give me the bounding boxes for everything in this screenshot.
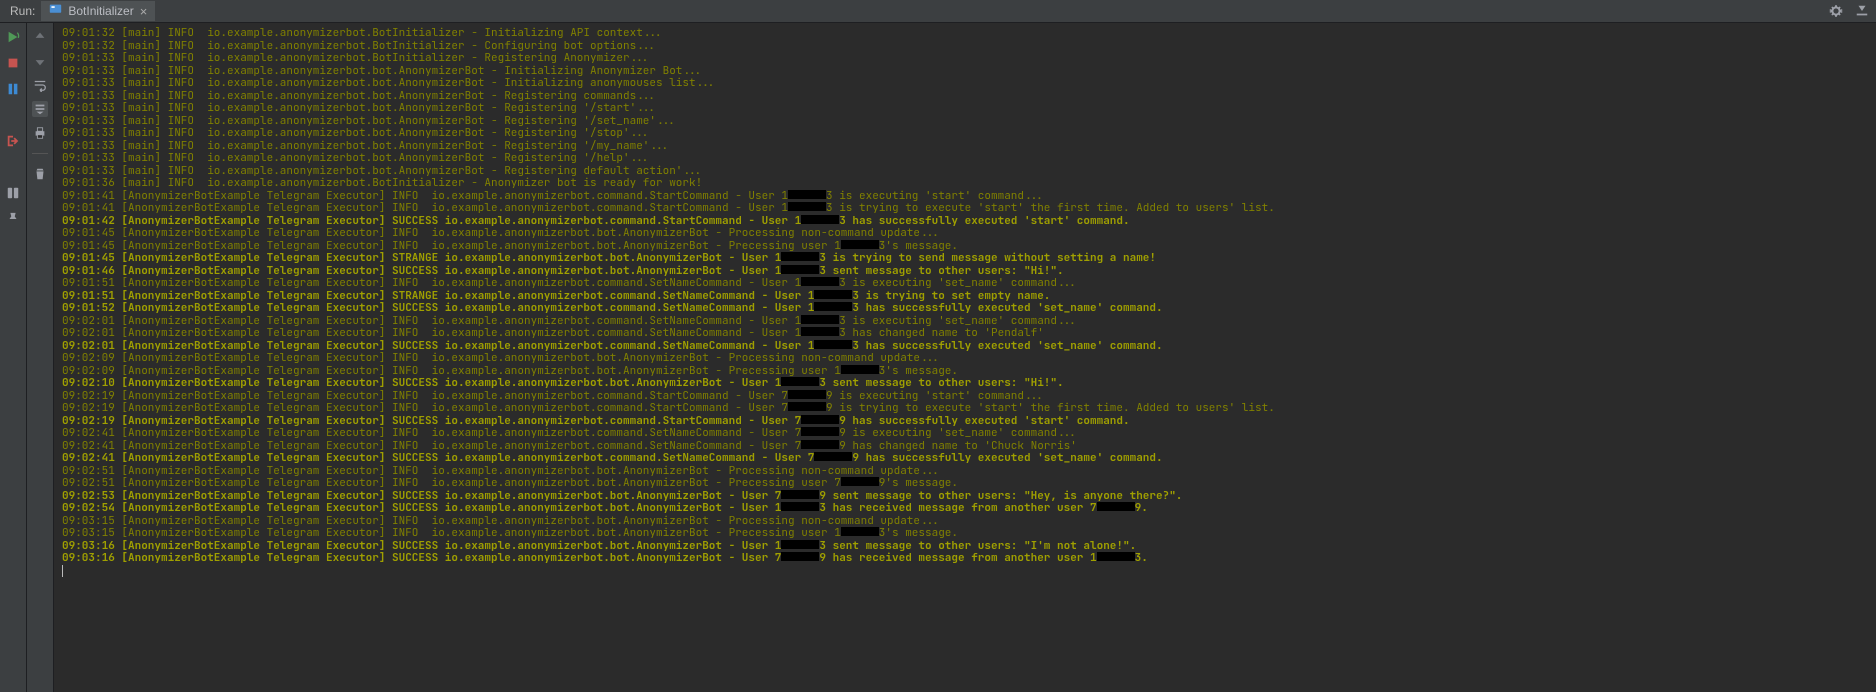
run-tab[interactable]: BotInitializer × <box>41 1 155 21</box>
scroll-to-end-icon[interactable] <box>32 101 48 117</box>
log-line: 09:02:51 [AnonymizerBotExample Telegram … <box>62 477 1868 490</box>
log-line: 09:03:16 [AnonymizerBotExample Telegram … <box>62 552 1868 565</box>
redacted-span <box>841 240 879 249</box>
log-line: 09:02:41 [AnonymizerBotExample Telegram … <box>62 427 1868 440</box>
redacted-span <box>801 440 839 449</box>
redacted-span <box>814 340 852 349</box>
redacted-span <box>801 277 839 286</box>
print-icon[interactable] <box>32 125 48 141</box>
log-line: 09:02:19 [AnonymizerBotExample Telegram … <box>62 402 1868 415</box>
run-label: Run: <box>4 4 41 18</box>
redacted-span <box>814 302 852 311</box>
console-toolbar <box>27 23 54 692</box>
close-icon[interactable]: × <box>140 4 148 19</box>
redacted-span <box>781 252 819 261</box>
log-line: 09:01:45 [AnonymizerBotExample Telegram … <box>62 252 1868 265</box>
rerun-icon[interactable] <box>5 29 21 45</box>
log-line: 09:01:51 [AnonymizerBotExample Telegram … <box>62 277 1868 290</box>
redacted-span <box>1097 502 1135 511</box>
exit-icon[interactable] <box>5 133 21 149</box>
down-icon[interactable] <box>32 53 48 69</box>
redacted-span <box>801 415 839 424</box>
redacted-span <box>788 402 826 411</box>
redacted-span <box>801 215 839 224</box>
log-line: 09:02:10 [AnonymizerBotExample Telegram … <box>62 377 1868 390</box>
redacted-span <box>788 390 826 399</box>
log-line: 09:01:45 [AnonymizerBotExample Telegram … <box>62 227 1868 240</box>
redacted-span <box>781 377 819 386</box>
up-icon[interactable] <box>32 29 48 45</box>
run-tabbar: Run: BotInitializer × <box>0 0 1876 23</box>
redacted-span <box>801 427 839 436</box>
redacted-span <box>841 365 879 374</box>
application-icon <box>49 3 62 19</box>
redacted-span <box>841 527 879 536</box>
log-line: 09:02:09 [AnonymizerBotExample Telegram … <box>62 352 1868 365</box>
soft-wrap-icon[interactable] <box>32 77 48 93</box>
redacted-span <box>814 452 852 461</box>
clear-icon[interactable] <box>32 166 48 182</box>
log-line: 09:01:33 [main] INFO io.example.anonymiz… <box>62 102 1868 115</box>
left-gutter <box>0 23 27 692</box>
settings-icon[interactable] <box>1828 3 1844 19</box>
redacted-span <box>781 502 819 511</box>
pause-icon[interactable] <box>5 81 21 97</box>
redacted-span <box>1097 552 1135 561</box>
redacted-span <box>841 477 879 486</box>
redacted-span <box>801 315 839 324</box>
log-line: 09:01:33 [main] INFO io.example.anonymiz… <box>62 152 1868 165</box>
hide-icon[interactable] <box>1854 3 1870 19</box>
caret <box>62 565 63 577</box>
redacted-span <box>781 490 819 499</box>
redacted-span <box>781 552 819 561</box>
log-line: 09:01:33 [main] INFO io.example.anonymiz… <box>62 127 1868 140</box>
redacted-span <box>788 190 826 199</box>
log-line: 09:01:32 [main] INFO io.example.anonymiz… <box>62 27 1868 40</box>
redacted-span <box>781 540 819 549</box>
redacted-span <box>814 290 852 299</box>
log-line: 09:01:33 [main] INFO io.example.anonymiz… <box>62 77 1868 90</box>
log-line: 09:01:36 [main] INFO io.example.anonymiz… <box>62 177 1868 190</box>
pin-icon[interactable] <box>5 211 21 227</box>
log-line: 09:02:01 [AnonymizerBotExample Telegram … <box>62 327 1868 340</box>
redacted-span <box>788 202 826 211</box>
separator <box>32 153 48 154</box>
redacted-span <box>801 327 839 336</box>
console-output[interactable]: 09:01:32 [main] INFO io.example.anonymiz… <box>54 23 1876 692</box>
log-line: 09:03:15 [AnonymizerBotExample Telegram … <box>62 527 1868 540</box>
stop-icon[interactable] <box>5 55 21 71</box>
redacted-span <box>781 265 819 274</box>
log-line: 09:01:41 [AnonymizerBotExample Telegram … <box>62 202 1868 215</box>
log-line: 09:02:41 [AnonymizerBotExample Telegram … <box>62 452 1868 465</box>
log-line: 09:01:33 [main] INFO io.example.anonymiz… <box>62 52 1868 65</box>
dump-threads-icon[interactable] <box>5 185 21 201</box>
tab-label: BotInitializer <box>68 4 133 18</box>
log-line: 09:01:52 [AnonymizerBotExample Telegram … <box>62 302 1868 315</box>
log-line: 09:02:54 [AnonymizerBotExample Telegram … <box>62 502 1868 515</box>
